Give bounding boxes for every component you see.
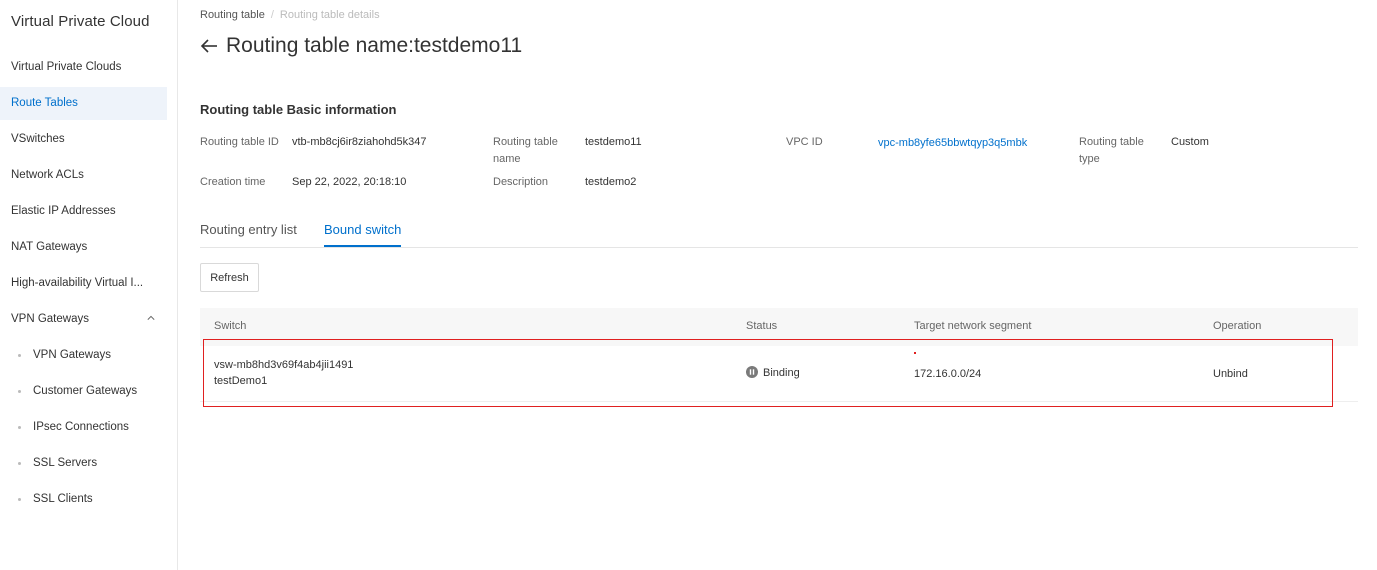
label-line: name xyxy=(493,153,521,165)
sidebar-subitem-ipsec-connections[interactable]: IPsec Connections xyxy=(0,411,167,444)
tab-routing-entry-list[interactable]: Routing entry list xyxy=(200,222,297,237)
breadcrumb: Routing table / Routing table details xyxy=(200,9,380,21)
sidebar-subitem-ssl-clients[interactable]: SSL Clients xyxy=(0,483,167,516)
sidebar-subitem-label: SSL Servers xyxy=(33,457,98,469)
tab-bound-switch[interactable]: Bound switch xyxy=(324,222,401,237)
sidebar-subitem-label: VPN Gateways xyxy=(33,349,111,361)
breadcrumb-parent[interactable]: Routing table xyxy=(200,9,265,21)
sidebar-subitem-label: SSL Clients xyxy=(33,493,93,505)
sidebar-subitem-ssl-servers[interactable]: SSL Servers xyxy=(0,447,167,480)
sidebar-item-label: VPN Gateways xyxy=(11,313,89,325)
indicator-dot xyxy=(914,352,916,354)
label-description: Description xyxy=(493,176,549,188)
sidebar-title: Virtual Private Cloud xyxy=(11,13,150,30)
switch-name: testDemo1 xyxy=(214,375,268,387)
label-line: Routing table xyxy=(1079,136,1144,148)
column-header-operation: Operation xyxy=(1213,320,1262,332)
pause-circle-icon xyxy=(746,366,758,378)
bullet-icon xyxy=(18,462,21,465)
sidebar-item-vpn-gateways-group[interactable]: VPN Gateways xyxy=(0,303,167,336)
label-line: Routing table xyxy=(493,136,558,148)
label-routing-table-type: Routing table type xyxy=(1079,134,1144,168)
sidebar-item-network-acls[interactable]: Network ACLs xyxy=(0,159,167,192)
value-routing-table-name: testdemo11 xyxy=(585,136,642,148)
sidebar-subitem-label: IPsec Connections xyxy=(33,421,129,433)
status-text: Binding xyxy=(763,367,800,379)
label-routing-table-id: Routing table ID xyxy=(200,136,279,148)
value-creation-time: Sep 22, 2022, 20:18:10 xyxy=(292,176,407,188)
sidebar-subitem-label: Customer Gateways xyxy=(33,385,138,397)
table-header: Switch Status Target network segment Ope… xyxy=(200,308,1358,346)
section-title-basic-info: Routing table Basic information xyxy=(200,102,397,117)
page-title-row: Routing table name:testdemo11 xyxy=(200,34,522,58)
sidebar-item-virtual-private-clouds[interactable]: Virtual Private Clouds xyxy=(0,51,167,84)
sidebar-subitem-customer-gateways[interactable]: Customer Gateways xyxy=(0,375,167,408)
label-line: type xyxy=(1079,153,1100,165)
unbind-link[interactable]: Unbind xyxy=(1213,368,1248,380)
bullet-icon xyxy=(18,498,21,501)
bullet-icon xyxy=(18,390,21,393)
target-network-segment: 172.16.0.0/24 xyxy=(914,368,982,380)
tab-bar: Routing entry list Bound switch xyxy=(200,213,1358,248)
sidebar: Virtual Private Cloud Virtual Private Cl… xyxy=(0,0,178,570)
sidebar-subitem-vpn-gateways[interactable]: VPN Gateways xyxy=(0,339,167,372)
label-creation-time: Creation time xyxy=(200,176,266,188)
column-header-status: Status xyxy=(746,320,778,332)
bullet-icon xyxy=(18,354,21,357)
bullet-icon xyxy=(18,426,21,429)
arrow-left-icon[interactable] xyxy=(200,38,218,54)
column-header-target-network-segment: Target network segment xyxy=(914,320,1032,332)
value-routing-table-id: vtb-mb8cj6ir8ziahohd5k347 xyxy=(292,136,427,148)
sidebar-item-vswitches[interactable]: VSwitches xyxy=(0,123,167,156)
page-title: Routing table name:testdemo11 xyxy=(226,34,523,57)
active-tab-indicator xyxy=(324,245,401,247)
sidebar-item-havip[interactable]: High-availability Virtual I... xyxy=(0,267,167,300)
sidebar-item-nat-gateways[interactable]: NAT Gateways xyxy=(0,231,167,264)
column-header-switch: Switch xyxy=(214,320,247,332)
status-badge: Binding xyxy=(746,366,800,379)
link-vpc-id[interactable]: vpc-mb8yfe65bbwtqyp3q5mbk xyxy=(878,135,1027,152)
table-row: vsw-mb8hd3v69f4ab4jii1491 testDemo1 Bind… xyxy=(200,346,1358,402)
refresh-button[interactable]: Refresh xyxy=(200,263,259,292)
chevron-up-icon[interactable] xyxy=(147,314,155,322)
label-routing-table-name: Routing table name xyxy=(493,134,558,168)
sidebar-item-route-tables[interactable]: Route Tables xyxy=(0,87,167,120)
sidebar-item-elastic-ip-addresses[interactable]: Elastic IP Addresses xyxy=(0,195,167,228)
value-description: testdemo2 xyxy=(585,176,637,188)
link-switch-id[interactable]: vsw-mb8hd3v69f4ab4jii1491 xyxy=(214,359,353,371)
breadcrumb-current: Routing table details xyxy=(279,9,380,21)
value-routing-table-type: Custom xyxy=(1171,136,1209,148)
breadcrumb-separator: / xyxy=(270,9,274,21)
label-vpc-id: VPC ID xyxy=(786,136,823,148)
